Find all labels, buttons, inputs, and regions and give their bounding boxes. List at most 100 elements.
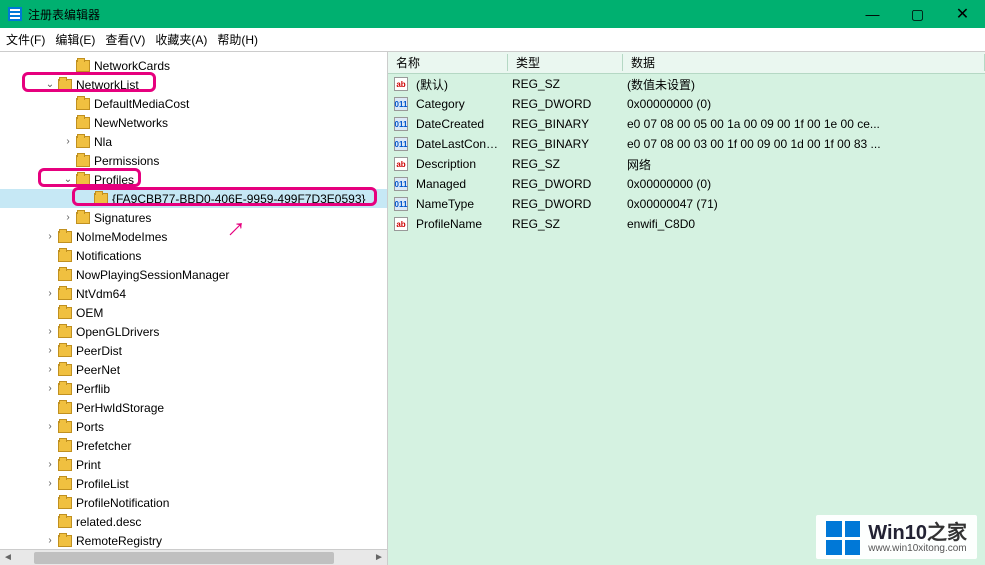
- cell-data: 0x00000000 (0): [621, 97, 985, 111]
- binary-value-icon: 011: [394, 177, 408, 191]
- folder-icon: [76, 155, 90, 167]
- chevron-right-icon[interactable]: ›: [42, 421, 58, 432]
- maximize-button[interactable]: ▢: [895, 0, 940, 28]
- chevron-right-icon[interactable]: ›: [42, 383, 58, 394]
- chevron-right-icon[interactable]: ›: [42, 364, 58, 375]
- tree-item-nla[interactable]: ›Nla: [0, 132, 387, 151]
- col-data[interactable]: 数据: [623, 54, 985, 71]
- value-row-description[interactable]: abDescriptionREG_SZ网络: [388, 154, 985, 174]
- value-row-nametype[interactable]: 011NameTypeREG_DWORD0x00000047 (71): [388, 194, 985, 214]
- tree-item-profiles[interactable]: ⌄ Profiles: [0, 170, 387, 189]
- tree-item-noimemodeimes[interactable]: › NoImeModeImes: [0, 227, 387, 246]
- tree-item-permissions[interactable]: Permissions: [0, 151, 387, 170]
- col-name[interactable]: 名称: [388, 54, 508, 71]
- tree-item-label: OEM: [76, 306, 103, 320]
- tree-item-oem[interactable]: OEM: [0, 303, 387, 322]
- tree-item-print[interactable]: ›Print: [0, 455, 387, 474]
- tree-item-label: {FA9CBB77-BBD0-406E-9959-499F7D3E0593}: [112, 192, 366, 206]
- tree-item-defaultmediacost[interactable]: DefaultMediaCost: [0, 94, 387, 113]
- tree-hscrollbar[interactable]: ◄ ►: [0, 549, 387, 565]
- tree-item-label: DefaultMediaCost: [94, 97, 189, 111]
- chevron-right-icon[interactable]: ›: [42, 535, 58, 546]
- tree-item-networklist[interactable]: ⌄ NetworkList: [0, 75, 387, 94]
- chevron-down-icon[interactable]: ⌄: [60, 174, 76, 185]
- tree-item-label: PeerDist: [76, 344, 122, 358]
- tree-item-opengldrivers[interactable]: ›OpenGLDrivers: [0, 322, 387, 341]
- close-button[interactable]: ✕: [940, 0, 985, 28]
- tree-item-fa9cbb77bbd0406e9959499f[interactable]: {FA9CBB77-BBD0-406E-9959-499F7D3E0593}: [0, 189, 387, 208]
- folder-icon: [76, 174, 90, 186]
- tree-item-perhwidstorage[interactable]: PerHwIdStorage: [0, 398, 387, 417]
- value-row-[interactable]: ab(默认)REG_SZ(数值未设置): [388, 74, 985, 94]
- menu-help[interactable]: 帮助(H): [217, 31, 258, 48]
- tree-item-ntvdm64[interactable]: › NtVdm64: [0, 284, 387, 303]
- chevron-right-icon[interactable]: ›: [42, 478, 58, 489]
- tree-item-signatures[interactable]: › Signatures: [0, 208, 387, 227]
- tree-item-networkcards[interactable]: NetworkCards: [0, 56, 387, 75]
- menu-file[interactable]: 文件(F): [6, 31, 45, 48]
- value-row-category[interactable]: 011CategoryREG_DWORD0x00000000 (0): [388, 94, 985, 114]
- folder-icon: [94, 193, 108, 205]
- binary-value-icon: 011: [394, 197, 408, 211]
- tree-item-peerdist[interactable]: › PeerDist: [0, 341, 387, 360]
- folder-icon: [76, 117, 90, 129]
- value-row-datecreated[interactable]: 011DateCreatedREG_BINARYe0 07 08 00 05 0…: [388, 114, 985, 134]
- value-row-profilename[interactable]: abProfileNameREG_SZenwifi_C8D0: [388, 214, 985, 234]
- tree-item-label: related.desc: [76, 515, 141, 529]
- data-header: 名称 类型 数据: [388, 52, 985, 74]
- cell-data: 网络: [621, 156, 985, 173]
- binary-value-icon: 011: [394, 97, 408, 111]
- chevron-right-icon[interactable]: ›: [42, 345, 58, 356]
- menu-view[interactable]: 查看(V): [105, 31, 145, 48]
- cell-type: REG_SZ: [506, 217, 621, 231]
- tree-item-peernet[interactable]: ›PeerNet: [0, 360, 387, 379]
- chevron-down-icon[interactable]: ⌄: [42, 79, 58, 90]
- chevron-right-icon[interactable]: ›: [60, 212, 76, 223]
- chevron-right-icon[interactable]: ›: [60, 136, 76, 147]
- data-rows: ab(默认)REG_SZ(数值未设置)011CategoryREG_DWORD0…: [388, 74, 985, 234]
- windows-logo-icon: [826, 521, 860, 555]
- tree-item-label: NoImeModeImes: [76, 230, 167, 244]
- tree-item-profilenotification[interactable]: ProfileNotification: [0, 493, 387, 512]
- cell-type: REG_SZ: [506, 157, 621, 171]
- value-row-datelastconn[interactable]: 011DateLastConn...REG_BINARYe0 07 08 00 …: [388, 134, 985, 154]
- menu-edit[interactable]: 编辑(E): [55, 31, 95, 48]
- cell-type: REG_DWORD: [506, 97, 621, 111]
- tree-item-nowplayingsessionmanager[interactable]: NowPlayingSessionManager: [0, 265, 387, 284]
- tree-item-profilelist[interactable]: ›ProfileList: [0, 474, 387, 493]
- chevron-right-icon[interactable]: ›: [42, 231, 58, 242]
- value-row-managed[interactable]: 011ManagedREG_DWORD0x00000000 (0): [388, 174, 985, 194]
- tree-item-relateddesc[interactable]: related.desc: [0, 512, 387, 531]
- tree-pane[interactable]: NetworkCards ⌄ NetworkList DefaultMediaCost…: [0, 52, 388, 565]
- scroll-thumb[interactable]: [34, 552, 334, 564]
- string-value-icon: ab: [394, 157, 408, 171]
- cell-name: Description: [410, 157, 506, 171]
- cell-name: Managed: [410, 177, 506, 191]
- minimize-button[interactable]: —: [850, 0, 895, 28]
- string-value-icon: ab: [394, 77, 408, 91]
- col-type[interactable]: 类型: [508, 54, 623, 71]
- folder-icon: [58, 326, 72, 338]
- scroll-left-icon[interactable]: ◄: [0, 552, 16, 563]
- tree-item-label: NetworkList: [76, 78, 139, 92]
- tree-item-label: NtVdm64: [76, 287, 126, 301]
- tree-item-newnetworks[interactable]: NewNetworks: [0, 113, 387, 132]
- tree-item-label: Profiles: [94, 173, 134, 187]
- folder-icon: [58, 79, 72, 91]
- chevron-right-icon[interactable]: ›: [42, 326, 58, 337]
- cell-name: DateLastConn...: [410, 137, 506, 151]
- window-buttons: — ▢ ✕: [850, 0, 985, 28]
- string-value-icon: ab: [394, 217, 408, 231]
- tree-item-remoteregistry[interactable]: ›RemoteRegistry: [0, 531, 387, 550]
- chevron-right-icon[interactable]: ›: [42, 288, 58, 299]
- cell-type: REG_BINARY: [506, 137, 621, 151]
- tree-item-notifications[interactable]: Notifications: [0, 246, 387, 265]
- tree-item-label: Signatures: [94, 211, 151, 225]
- folder-icon: [76, 98, 90, 110]
- menu-favorites[interactable]: 收藏夹(A): [155, 31, 207, 48]
- chevron-right-icon[interactable]: ›: [42, 459, 58, 470]
- scroll-right-icon[interactable]: ►: [371, 552, 387, 563]
- tree-item-ports[interactable]: ›Ports: [0, 417, 387, 436]
- tree-item-perflib[interactable]: ›Perflib: [0, 379, 387, 398]
- tree-item-prefetcher[interactable]: Prefetcher: [0, 436, 387, 455]
